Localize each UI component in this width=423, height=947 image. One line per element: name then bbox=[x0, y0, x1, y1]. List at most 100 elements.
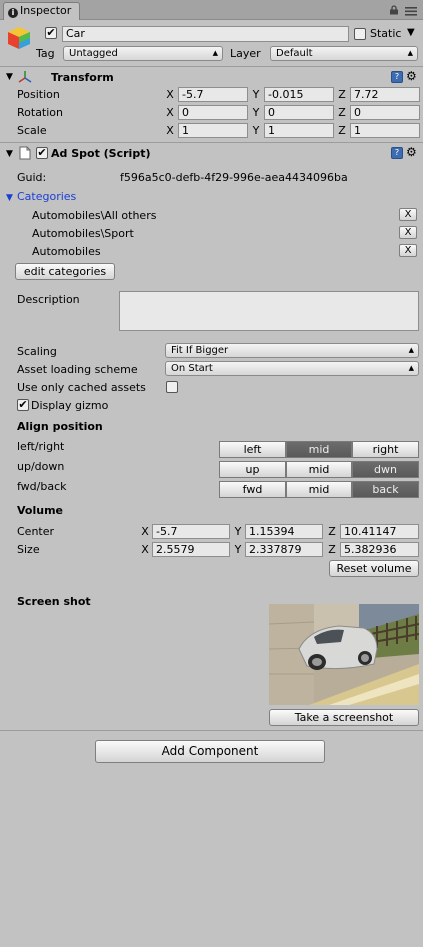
adspot-title: Ad Spot (Script) bbox=[51, 147, 151, 160]
divider bbox=[0, 730, 423, 731]
static-label: Static bbox=[370, 27, 402, 40]
guid-value: f596a5c0-defb-4f29-996e-aea4434096ba bbox=[120, 171, 348, 184]
axis-label: Z bbox=[338, 106, 346, 119]
remove-category-button[interactable]: X bbox=[399, 244, 417, 257]
static-dropdown-arrow-icon[interactable]: ▼ bbox=[407, 27, 415, 38]
tab-inspector[interactable]: i Inspector bbox=[3, 2, 80, 20]
gameobject-name-field[interactable]: Car bbox=[62, 26, 349, 42]
axis-label: X bbox=[141, 525, 149, 538]
inspector-tab-bar: i Inspector bbox=[0, 0, 423, 20]
tag-label: Tag bbox=[36, 47, 55, 60]
adspot-enabled-checkbox[interactable]: ✔ bbox=[36, 147, 48, 159]
align-option-mid[interactable]: mid bbox=[286, 441, 352, 458]
align-row-label: up/down bbox=[17, 460, 65, 473]
align-option-fwd[interactable]: fwd bbox=[219, 481, 286, 498]
volume-z-field[interactable]: 10.41147 bbox=[340, 524, 419, 539]
cached-assets-label: Use only cached assets bbox=[17, 381, 146, 394]
transform-y-field[interactable]: 1 bbox=[264, 123, 334, 138]
category-item-label: Automobiles\All others bbox=[32, 209, 157, 222]
screenshot-preview-image bbox=[269, 604, 419, 705]
gear-icon[interactable]: ⚙ bbox=[406, 70, 417, 82]
description-textarea[interactable] bbox=[119, 291, 419, 331]
reset-volume-button[interactable]: Reset volume bbox=[329, 560, 419, 577]
axis-label: Y bbox=[252, 88, 260, 101]
help-book-icon[interactable]: ? bbox=[391, 147, 403, 159]
asset-loading-label: Asset loading scheme bbox=[17, 363, 138, 376]
axis-label: Y bbox=[234, 525, 242, 538]
transform-y-field[interactable]: 0 bbox=[264, 105, 334, 120]
axis-label: X bbox=[166, 106, 174, 119]
transform-x-field[interactable]: 0 bbox=[178, 105, 248, 120]
align-option-dwn[interactable]: dwn bbox=[352, 461, 419, 478]
transform-foldout-arrow-icon[interactable]: ▼ bbox=[6, 72, 13, 82]
tag-dropdown[interactable]: Untagged ▲ bbox=[63, 46, 223, 61]
layer-dropdown[interactable]: Default ▲ bbox=[270, 46, 418, 61]
gear-icon[interactable]: ⚙ bbox=[406, 146, 417, 158]
axis-label: Y bbox=[252, 106, 260, 119]
align-position-title: Align position bbox=[17, 420, 103, 433]
scaling-value: Fit If Bigger bbox=[171, 345, 229, 356]
lock-icon[interactable] bbox=[389, 5, 399, 15]
axis-label: Y bbox=[252, 124, 260, 137]
align-option-back[interactable]: back bbox=[352, 481, 419, 498]
volume-row-label: Size bbox=[17, 543, 40, 556]
layer-label: Layer bbox=[230, 47, 261, 60]
volume-title: Volume bbox=[17, 504, 63, 517]
adspot-foldout-arrow-icon[interactable]: ▼ bbox=[6, 149, 13, 159]
remove-category-button[interactable]: X bbox=[399, 226, 417, 239]
guid-label: Guid: bbox=[17, 171, 47, 184]
description-label: Description bbox=[17, 293, 80, 306]
volume-y-field[interactable]: 2.337879 bbox=[245, 542, 323, 557]
static-checkbox[interactable] bbox=[354, 28, 366, 40]
transform-row-label: Rotation bbox=[17, 106, 64, 119]
active-checkbox[interactable]: ✔ bbox=[45, 27, 57, 39]
volume-y-field[interactable]: 1.15394 bbox=[245, 524, 323, 539]
edit-categories-button[interactable]: edit categories bbox=[15, 263, 115, 280]
transform-z-field[interactable]: 0 bbox=[350, 105, 420, 120]
cached-assets-checkbox[interactable] bbox=[166, 381, 178, 393]
transform-z-field[interactable]: 1 bbox=[350, 123, 420, 138]
align-option-mid[interactable]: mid bbox=[286, 481, 352, 498]
add-component-button[interactable]: Add Component bbox=[95, 740, 325, 763]
scaling-dropdown[interactable]: Fit If Bigger ▲ bbox=[165, 343, 419, 358]
transform-axis-icon bbox=[17, 69, 33, 85]
asset-loading-value: On Start bbox=[171, 363, 213, 374]
transform-row-label: Position bbox=[17, 88, 60, 101]
dropdown-arrow-icon: ▲ bbox=[212, 49, 218, 57]
display-gizmo-checkbox[interactable]: ✔ bbox=[17, 399, 29, 411]
remove-category-button[interactable]: X bbox=[399, 208, 417, 221]
tab-inspector-label: Inspector bbox=[20, 4, 72, 17]
align-option-left[interactable]: left bbox=[219, 441, 286, 458]
category-item-label: Automobiles bbox=[32, 245, 101, 258]
axis-label: Z bbox=[328, 525, 336, 538]
axis-label: Z bbox=[338, 88, 346, 101]
menu-icon[interactable] bbox=[405, 6, 417, 16]
volume-x-field[interactable]: -5.7 bbox=[152, 524, 230, 539]
categories-label[interactable]: Categories bbox=[17, 190, 76, 203]
volume-x-field[interactable]: 2.5579 bbox=[152, 542, 230, 557]
align-option-up[interactable]: up bbox=[219, 461, 286, 478]
info-icon: i bbox=[8, 8, 18, 18]
display-gizmo-label: Display gizmo bbox=[31, 399, 109, 412]
script-file-icon bbox=[19, 146, 31, 160]
volume-z-field[interactable]: 5.382936 bbox=[340, 542, 419, 557]
transform-z-field[interactable]: 7.72 bbox=[350, 87, 420, 102]
axis-label: Z bbox=[338, 124, 346, 137]
help-book-icon[interactable]: ? bbox=[391, 71, 403, 83]
align-row-label: left/right bbox=[17, 440, 65, 453]
align-row-label: fwd/back bbox=[17, 480, 67, 493]
transform-y-field[interactable]: -0.015 bbox=[264, 87, 334, 102]
align-option-right[interactable]: right bbox=[352, 441, 419, 458]
categories-foldout-arrow-icon[interactable]: ▼ bbox=[6, 193, 13, 203]
gameobject-cube-icon bbox=[6, 25, 32, 51]
transform-title: Transform bbox=[51, 71, 114, 84]
category-item-label: Automobiles\Sport bbox=[32, 227, 134, 240]
dropdown-arrow-icon: ▲ bbox=[407, 49, 413, 57]
asset-loading-dropdown[interactable]: On Start ▲ bbox=[165, 361, 419, 376]
axis-label: X bbox=[166, 124, 174, 137]
transform-x-field[interactable]: -5.7 bbox=[178, 87, 248, 102]
take-screenshot-button[interactable]: Take a screenshot bbox=[269, 709, 419, 726]
transform-x-field[interactable]: 1 bbox=[178, 123, 248, 138]
screenshot-title: Screen shot bbox=[17, 595, 91, 608]
align-option-mid[interactable]: mid bbox=[286, 461, 352, 478]
